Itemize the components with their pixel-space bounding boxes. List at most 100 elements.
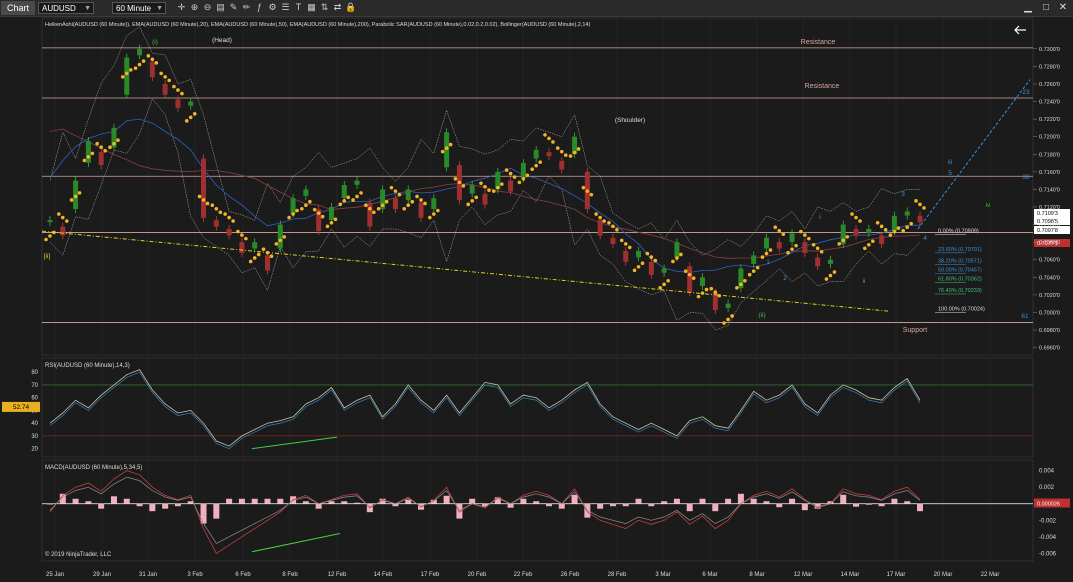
sar-dot xyxy=(410,199,415,204)
candle[interactable] xyxy=(239,242,245,253)
candle[interactable] xyxy=(610,237,616,245)
macd-histogram-bar xyxy=(520,498,527,504)
candle[interactable] xyxy=(328,206,334,220)
sar-dot xyxy=(210,203,215,208)
sar-dot xyxy=(512,175,517,179)
candle[interactable] xyxy=(188,101,194,106)
macd-histogram-bar xyxy=(865,503,872,505)
candle[interactable] xyxy=(853,228,859,236)
candle[interactable] xyxy=(559,160,565,170)
sar-dot xyxy=(807,236,811,241)
sar-dot xyxy=(658,286,662,290)
wave-label: (Head) xyxy=(212,37,232,44)
candle[interactable] xyxy=(866,228,872,234)
candle[interactable] xyxy=(546,152,552,157)
candle[interactable] xyxy=(367,202,373,227)
candle[interactable] xyxy=(533,149,539,159)
candle[interactable] xyxy=(85,141,91,163)
sar-dot xyxy=(914,199,918,203)
candle[interactable] xyxy=(431,198,437,209)
sar-dot xyxy=(82,158,87,163)
macd-tick-label: -0.004 xyxy=(1039,535,1057,541)
candle[interactable] xyxy=(149,61,155,78)
candle[interactable] xyxy=(341,185,347,198)
macd-histogram-bar xyxy=(891,498,898,504)
sar-dot xyxy=(278,238,283,243)
level-label: Support xyxy=(903,327,928,334)
candle[interactable] xyxy=(252,242,258,249)
y-tick-label: 0.7000'0 xyxy=(1039,310,1060,316)
macd-histogram-bar xyxy=(635,498,642,504)
fib-label: 50.00% (0.70467) xyxy=(938,267,982,273)
candle[interactable] xyxy=(789,233,795,242)
candle[interactable] xyxy=(917,215,923,223)
x-tick-label: 29 Jan xyxy=(93,572,111,578)
candle[interactable] xyxy=(751,255,757,264)
candle[interactable] xyxy=(763,237,769,249)
candle[interactable] xyxy=(700,277,705,286)
candle[interactable] xyxy=(827,259,833,264)
rsi-panel xyxy=(41,357,1034,458)
candle[interactable] xyxy=(124,57,130,95)
candle[interactable] xyxy=(597,220,603,236)
sar-dot xyxy=(909,221,914,226)
candle[interactable] xyxy=(162,83,168,95)
sar-dot xyxy=(576,147,581,151)
candle[interactable] xyxy=(648,261,654,275)
macd-panel xyxy=(41,459,1034,562)
candle[interactable] xyxy=(405,189,411,201)
candle[interactable] xyxy=(303,189,309,196)
candle[interactable] xyxy=(687,266,693,293)
candle[interactable] xyxy=(636,250,642,258)
sar-dot xyxy=(163,75,167,79)
candle[interactable] xyxy=(201,158,207,218)
sar-dot xyxy=(572,150,577,155)
candle[interactable] xyxy=(815,257,821,267)
candle[interactable] xyxy=(508,180,514,192)
candle[interactable] xyxy=(879,235,885,245)
candle[interactable] xyxy=(354,180,360,185)
candle[interactable] xyxy=(60,226,66,236)
y-tick-label: 0.7040'0 xyxy=(1039,275,1060,281)
x-tick-label: 28 Feb xyxy=(608,572,627,578)
candle[interactable] xyxy=(392,198,398,209)
candle[interactable] xyxy=(418,202,424,218)
candle[interactable] xyxy=(725,303,731,308)
wave-label: 38 xyxy=(1022,174,1030,181)
candle[interactable] xyxy=(661,268,667,273)
candle[interactable] xyxy=(520,163,526,179)
candle[interactable] xyxy=(277,224,283,249)
sar-dot xyxy=(48,234,52,238)
candle[interactable] xyxy=(776,242,782,249)
candle[interactable] xyxy=(802,242,808,253)
candle[interactable] xyxy=(904,211,910,216)
candle[interactable] xyxy=(226,228,232,236)
candle[interactable] xyxy=(290,198,296,214)
sar-dot xyxy=(393,189,398,193)
candle[interactable] xyxy=(175,99,181,108)
y-tick-label: 0.7240'0 xyxy=(1039,100,1060,106)
sar-dot xyxy=(687,272,692,277)
wave-label: iv xyxy=(986,202,991,209)
chart-canvas[interactable]: Resistance Resistance Support 0.00% (0.7090… xyxy=(0,0,1073,582)
candle[interactable] xyxy=(891,215,897,231)
sar-dot xyxy=(691,276,696,280)
sar-dot xyxy=(487,188,491,193)
candle[interactable] xyxy=(469,185,475,194)
sar-dot xyxy=(95,141,99,146)
candle[interactable] xyxy=(623,250,629,262)
candle[interactable] xyxy=(137,48,143,56)
sar-dot xyxy=(794,243,798,248)
candle[interactable] xyxy=(47,220,53,223)
x-tick-label: 25 Jan xyxy=(46,572,64,578)
sar-dot xyxy=(269,254,274,259)
sar-dot xyxy=(555,146,560,150)
candle[interactable] xyxy=(265,255,270,271)
candle[interactable] xyxy=(213,220,219,227)
sar-dot xyxy=(530,167,534,171)
candle[interactable] xyxy=(482,193,488,205)
candle[interactable] xyxy=(98,152,104,166)
macd-histogram-bar xyxy=(277,498,284,504)
candle[interactable] xyxy=(674,242,680,258)
sar-dot xyxy=(832,270,837,274)
